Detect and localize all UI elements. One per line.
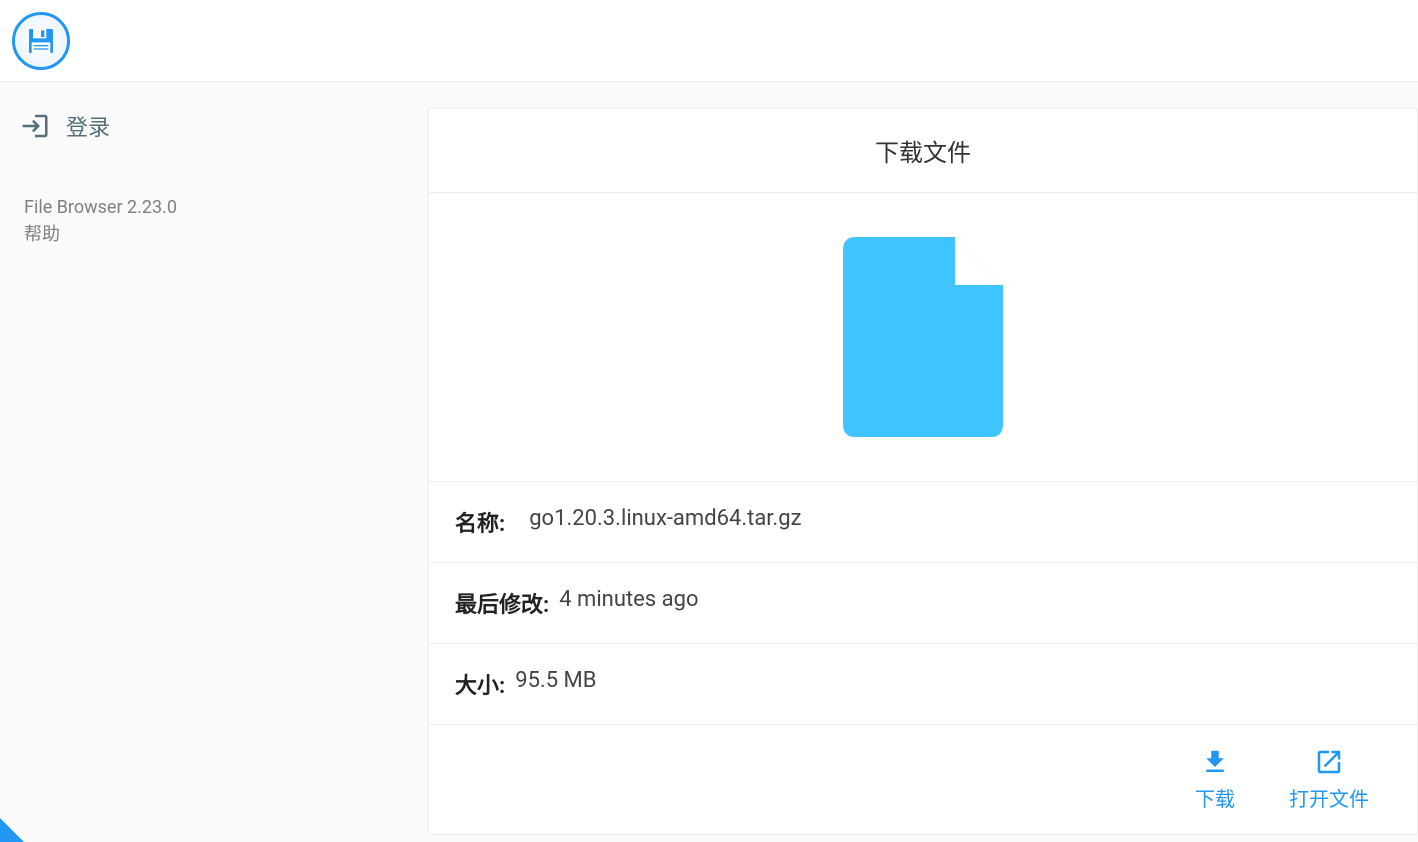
modified-label: 最后修改: bbox=[455, 587, 549, 619]
header bbox=[0, 0, 1418, 82]
file-preview bbox=[429, 193, 1417, 482]
name-label: 名称: bbox=[455, 506, 505, 538]
main-content: 下载文件 名称: go1.20.3.linux-amd64.tar.gz 最后修… bbox=[428, 82, 1418, 842]
open-in-new-icon bbox=[1314, 747, 1344, 777]
modified-value: 4 minutes ago bbox=[559, 587, 698, 619]
sidebar: 登录 File Browser 2.23.0 帮助 bbox=[0, 82, 428, 842]
sidebar-item-label: 登录 bbox=[66, 110, 110, 142]
version-text: File Browser 2.23.0 bbox=[24, 194, 404, 221]
open-file-button[interactable]: 打开文件 bbox=[1289, 747, 1369, 812]
size-label: 大小: bbox=[455, 668, 505, 700]
help-link[interactable]: 帮助 bbox=[24, 221, 404, 248]
app-logo[interactable] bbox=[12, 12, 70, 70]
info-row-name: 名称: go1.20.3.linux-amd64.tar.gz bbox=[429, 482, 1417, 563]
download-label: 下载 bbox=[1195, 783, 1235, 812]
open-label: 打开文件 bbox=[1289, 783, 1369, 812]
corner-decoration bbox=[0, 818, 24, 842]
sidebar-footer: File Browser 2.23.0 帮助 bbox=[20, 190, 408, 252]
sidebar-item-login[interactable]: 登录 bbox=[20, 102, 408, 150]
login-icon bbox=[20, 111, 50, 141]
card-actions: 下载 打开文件 bbox=[429, 725, 1417, 834]
download-card: 下载文件 名称: go1.20.3.linux-amd64.tar.gz 最后修… bbox=[428, 108, 1418, 835]
info-row-modified: 最后修改: 4 minutes ago bbox=[429, 563, 1417, 644]
info-row-size: 大小: 95.5 MB bbox=[429, 644, 1417, 725]
card-title: 下载文件 bbox=[429, 109, 1417, 193]
download-button[interactable]: 下载 bbox=[1195, 747, 1235, 812]
floppy-disk-icon bbox=[25, 25, 57, 57]
size-value: 95.5 MB bbox=[515, 668, 596, 700]
download-icon bbox=[1200, 747, 1230, 777]
name-value: go1.20.3.linux-amd64.tar.gz bbox=[529, 506, 801, 538]
file-icon bbox=[843, 237, 1003, 437]
